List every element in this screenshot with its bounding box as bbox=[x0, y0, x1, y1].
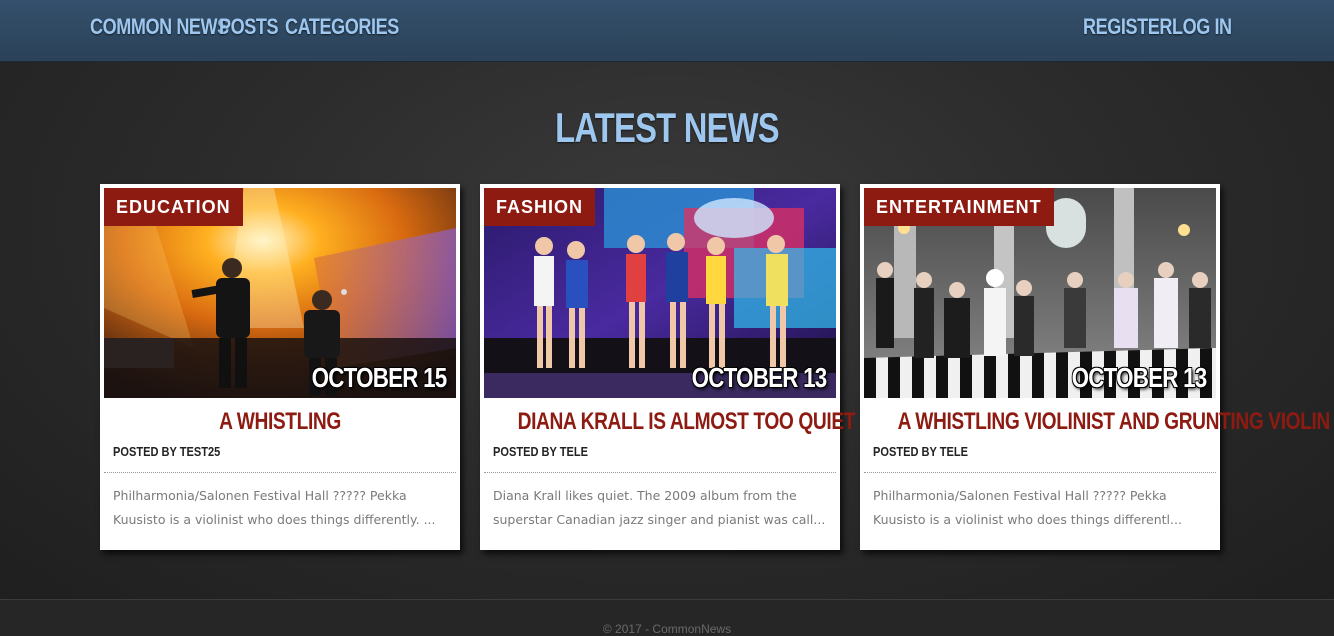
nav-categories-link[interactable]: CATEGORIES bbox=[285, 14, 399, 40]
category-badge[interactable]: FASHION bbox=[484, 188, 596, 226]
news-card-image[interactable]: FASHION OCTOBER 13 bbox=[484, 188, 836, 398]
news-card-image[interactable]: ENTERTAINMENT OCTOBER 13 bbox=[864, 188, 1216, 398]
brand-link[interactable]: COMMON NEWS bbox=[90, 14, 229, 40]
nav-posts-link[interactable]: POSTS bbox=[219, 14, 279, 40]
news-card[interactable]: ENTERTAINMENT OCTOBER 13 A WHISTLING VIO… bbox=[860, 184, 1331, 550]
posted-by-label: POSTED BY TELE bbox=[493, 444, 588, 459]
date-label: OCTOBER 13 bbox=[691, 362, 827, 393]
footer: © 2017 - CommonNews bbox=[0, 599, 1334, 636]
posted-by-label: POSTED BY TELE bbox=[873, 444, 968, 459]
article-excerpt: Philharmonia/Salonen Festival Hall ?????… bbox=[113, 488, 436, 527]
card-divider bbox=[864, 472, 1216, 473]
article-title-link[interactable]: A WHISTLING VIOLINIST AND GRUNTING VIOLI… bbox=[898, 408, 1331, 436]
top-navbar: COMMON NEWS POSTS CATEGORIES REGISTER LO… bbox=[0, 0, 1334, 62]
category-badge[interactable]: ENTERTAINMENT bbox=[864, 188, 1054, 226]
section-title: LATEST NEWS bbox=[555, 104, 780, 151]
news-card[interactable]: FASHION OCTOBER 13 DIANA KRALL IS ALMOST… bbox=[480, 184, 856, 550]
article-title-link[interactable]: A WHISTLING bbox=[138, 408, 423, 436]
login-link[interactable]: LOG IN bbox=[1172, 14, 1232, 40]
news-card-image[interactable]: EDUCATION OCTOBER 15 bbox=[104, 188, 456, 398]
card-divider bbox=[104, 472, 456, 473]
card-divider bbox=[484, 472, 836, 473]
news-card[interactable]: EDUCATION OCTOBER 15 A WHISTLING POSTED … bbox=[100, 184, 460, 550]
article-excerpt: Diana Krall likes quiet. The 2009 album … bbox=[493, 488, 826, 527]
article-title-link[interactable]: DIANA KRALL IS ALMOST TOO QUIET bbox=[518, 408, 856, 436]
article-excerpt: Philharmonia/Salonen Festival Hall ?????… bbox=[873, 488, 1182, 527]
posted-by-label: POSTED BY TEST25 bbox=[113, 444, 221, 459]
footer-copyright: © 2017 - CommonNews bbox=[602, 622, 732, 636]
date-label: OCTOBER 15 bbox=[311, 362, 447, 393]
category-badge[interactable]: EDUCATION bbox=[104, 188, 243, 226]
date-label: OCTOBER 13 bbox=[1071, 362, 1207, 393]
register-link[interactable]: REGISTER bbox=[1083, 14, 1172, 40]
